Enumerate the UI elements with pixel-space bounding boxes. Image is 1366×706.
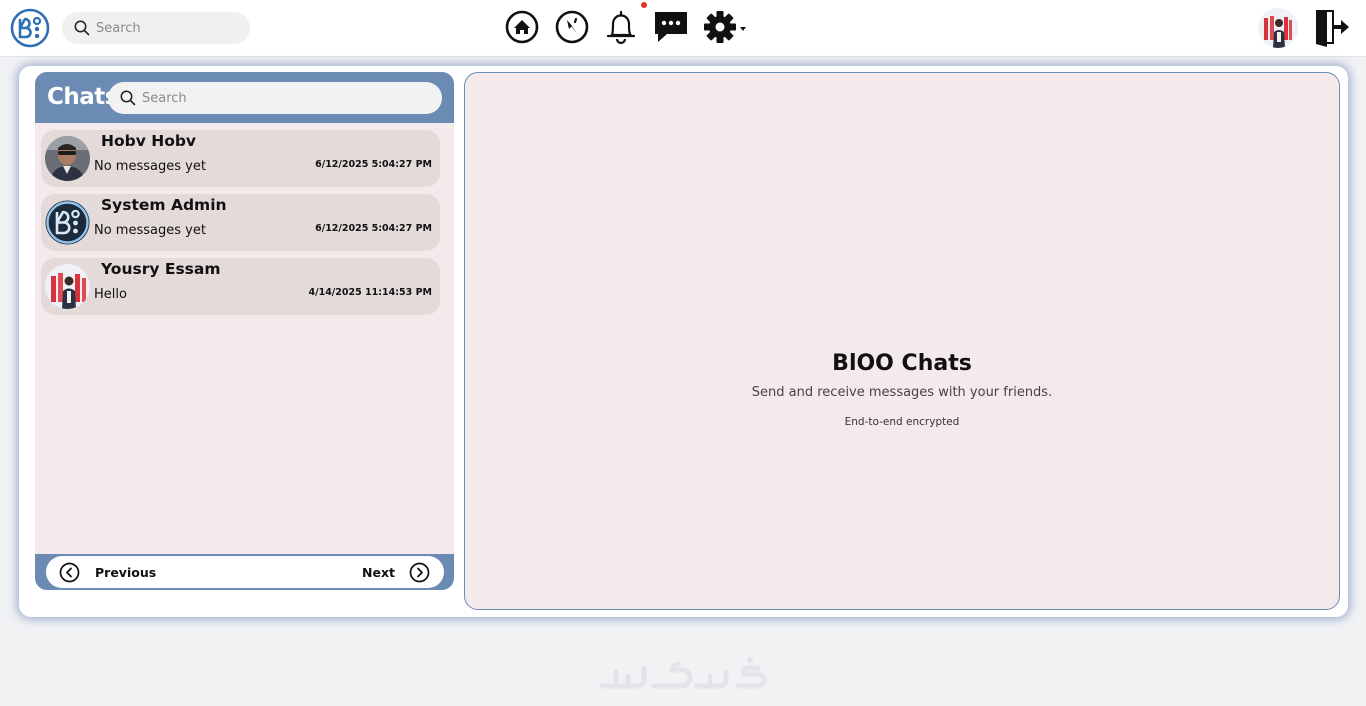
search-icon bbox=[74, 20, 90, 36]
previous-button[interactable]: Previous bbox=[59, 556, 156, 588]
chat-contact-name: Hobv Hobv bbox=[101, 132, 197, 150]
logo-icon bbox=[45, 200, 90, 245]
chat-timestamp: 6/12/2025 5:04:27 PM bbox=[315, 223, 432, 234]
chat-last-message: No messages yet bbox=[94, 223, 206, 238]
chat-list: Hobv Hobv No messages yet 6/12/2025 5:04… bbox=[41, 130, 440, 322]
next-label: Next bbox=[362, 564, 395, 580]
chat-contact-name: Yousry Essam bbox=[101, 260, 221, 278]
home-icon[interactable] bbox=[504, 8, 540, 46]
chat-timestamp: 6/12/2025 5:04:27 PM bbox=[315, 159, 432, 170]
chat-list-panel: Chats Search Hobv Hobv No messages yet 6… bbox=[35, 72, 454, 590]
chevron-right-icon bbox=[409, 562, 430, 582]
chat-search-bar[interactable] bbox=[108, 82, 442, 114]
chat-avatar bbox=[45, 136, 90, 181]
logo-icon[interactable] bbox=[10, 8, 50, 48]
compass-icon[interactable] bbox=[554, 8, 590, 46]
chat-icon[interactable] bbox=[653, 8, 689, 46]
conversation-subtitle: Send and receive messages with your frie… bbox=[751, 385, 1053, 400]
chat-list-item[interactable]: Yousry Essam Hello 4/14/2025 11:14:53 PM bbox=[41, 258, 440, 315]
top-search-input[interactable] bbox=[96, 20, 236, 36]
previous-label: Previous bbox=[95, 564, 157, 580]
chat-contact-name: System Admin bbox=[101, 196, 227, 214]
top-navbar bbox=[0, 0, 1366, 57]
chevron-left-icon bbox=[59, 562, 80, 582]
conversation-title: BlOO Chats bbox=[832, 351, 972, 376]
top-search-bar[interactable] bbox=[62, 12, 250, 44]
user-avatar[interactable] bbox=[1258, 8, 1298, 48]
encryption-note: End-to-end encrypted bbox=[844, 416, 960, 428]
chat-panel-header: Chats bbox=[35, 72, 454, 123]
chat-last-message: No messages yet bbox=[94, 159, 206, 174]
search-icon bbox=[120, 90, 136, 106]
chat-list-item[interactable]: System Admin No messages yet 6/12/2025 5… bbox=[41, 194, 440, 251]
conversation-panel: BlOO Chats Send and receive messages wit… bbox=[464, 72, 1340, 610]
chat-avatar bbox=[45, 264, 90, 309]
watermark-logo bbox=[599, 657, 767, 689]
logout-icon[interactable] bbox=[1313, 7, 1351, 47]
next-button[interactable]: Next bbox=[362, 556, 430, 588]
chat-avatar bbox=[45, 200, 90, 245]
notification-dot bbox=[641, 2, 647, 8]
chat-search-input[interactable] bbox=[142, 90, 282, 106]
pagination-bar: Previous Next bbox=[35, 554, 454, 590]
chat-timestamp: 4/14/2025 11:14:53 PM bbox=[308, 287, 433, 298]
chat-list-item[interactable]: Hobv Hobv No messages yet 6/12/2025 5:04… bbox=[41, 130, 440, 187]
gear-icon[interactable] bbox=[703, 8, 749, 46]
watermark-area bbox=[0, 636, 1366, 706]
bell-icon[interactable] bbox=[603, 8, 639, 46]
pagination-inner: Previous Next bbox=[46, 556, 444, 588]
main-card: Chats Search Hobv Hobv No messages yet 6… bbox=[19, 66, 1348, 617]
chat-last-message: Hello bbox=[94, 287, 127, 302]
